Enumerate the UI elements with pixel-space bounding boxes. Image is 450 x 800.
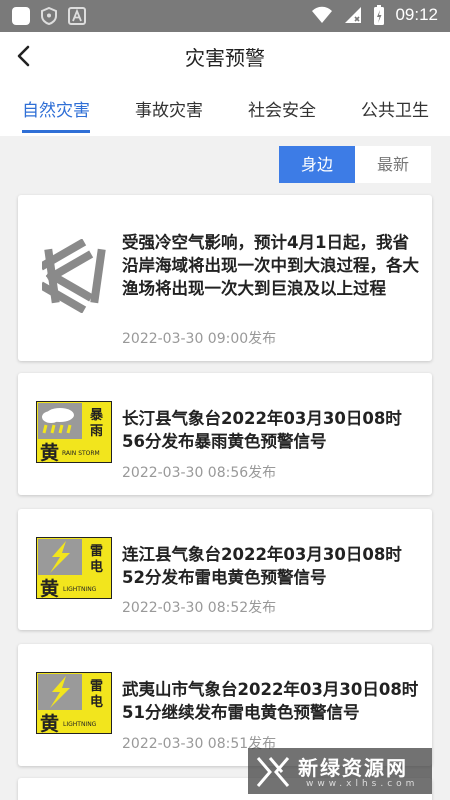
badge-level: 黄 <box>40 712 59 734</box>
tab-natural-disaster[interactable]: 自然灾害 <box>22 96 90 121</box>
tab-public-health[interactable]: 公共卫生 <box>361 96 429 121</box>
rainstorm-yellow-warning-icon: 暴 雨 黄 RAIN STORM <box>36 401 112 463</box>
status-time: 09:12 <box>395 5 438 24</box>
warning-title: 武夷山市气象台2022年03月30日08时51分继续发布雷电黄色预警信号 <box>122 680 419 722</box>
status-left <box>12 7 86 25</box>
badge-char-mid: 电 <box>90 694 103 710</box>
site-watermark: 新绿资源网 www.xlhs.com <box>248 748 432 794</box>
battery-icon <box>374 5 385 25</box>
font-icon <box>68 7 86 25</box>
active-tab-indicator <box>22 130 90 133</box>
tab-social-security[interactable]: 社会安全 <box>248 96 316 121</box>
notification-icon <box>12 7 30 25</box>
watermark-logo-icon <box>256 757 290 787</box>
badge-en: RAIN STORM <box>62 450 100 457</box>
warning-title: 长汀县气象台2022年03月30日08时56分发布暴雨黄色预警信号 <box>122 409 402 451</box>
app-header: 灾害预警 <box>0 32 450 80</box>
badge-en: LIGHTNING <box>63 721 97 728</box>
warning-card[interactable]: 暴 雨 黄 RAIN STORM 长汀县气象台2022年03月30日08时56分… <box>18 373 432 495</box>
warning-card[interactable]: 雷 电 黄 LIGHTNING 连江县气象台2022年03月30日08时52分发… <box>18 509 432 630</box>
badge-level: 黄 <box>40 577 59 599</box>
watermark-sub: www.xlhs.com <box>306 779 419 789</box>
watermark-text: 新绿资源网 <box>298 756 408 780</box>
shield-icon <box>41 7 57 25</box>
lightning-yellow-warning-icon: 雷 电 黄 LIGHTNING <box>36 537 112 599</box>
badge-char-mid: 雨 <box>90 424 103 439</box>
category-tabs: 自然灾害 事故灾害 社会安全 公共卫生 <box>0 80 450 136</box>
status-bar: 09:12 <box>0 0 450 32</box>
nearby-button[interactable]: 身边 <box>279 146 355 183</box>
wifi-icon <box>312 6 333 23</box>
tab-accident-disaster[interactable]: 事故灾害 <box>135 96 203 121</box>
status-right: 09:12 <box>311 4 438 26</box>
warning-date: 2022-03-30 09:00发布 <box>122 331 277 347</box>
warning-title: 受强冷空气影响，预计4月1日起，我省沿岸海域将出现一次中到大浪过程，各大渔场将出… <box>122 233 419 298</box>
lightning-yellow-warning-icon: 雷 电 黄 LIGHTNING <box>36 672 112 734</box>
signal-icon <box>345 7 362 23</box>
badge-char-top: 雷 <box>90 678 103 694</box>
page-title: 灾害预警 <box>185 46 265 70</box>
badge-char-top: 暴 <box>89 408 104 423</box>
filter-toggle: 身边 最新 <box>279 146 431 183</box>
warning-date: 2022-03-30 08:56发布 <box>122 465 277 481</box>
warning-date: 2022-03-30 08:52发布 <box>122 600 277 616</box>
province-emblem-icon <box>42 239 106 313</box>
badge-char-mid: 电 <box>90 559 103 575</box>
badge-en: LIGHTNING <box>63 586 97 593</box>
badge-char-top: 雷 <box>90 543 103 559</box>
badge-level: 黄 <box>40 441 59 463</box>
warning-title: 连江县气象台2022年03月30日08时52分发布雷电黄色预警信号 <box>122 545 402 587</box>
warning-card[interactable]: 受强冷空气影响，预计4月1日起，我省沿岸海域将出现一次中到大浪过程，各大渔场将出… <box>18 195 432 361</box>
latest-button[interactable]: 最新 <box>355 146 431 183</box>
